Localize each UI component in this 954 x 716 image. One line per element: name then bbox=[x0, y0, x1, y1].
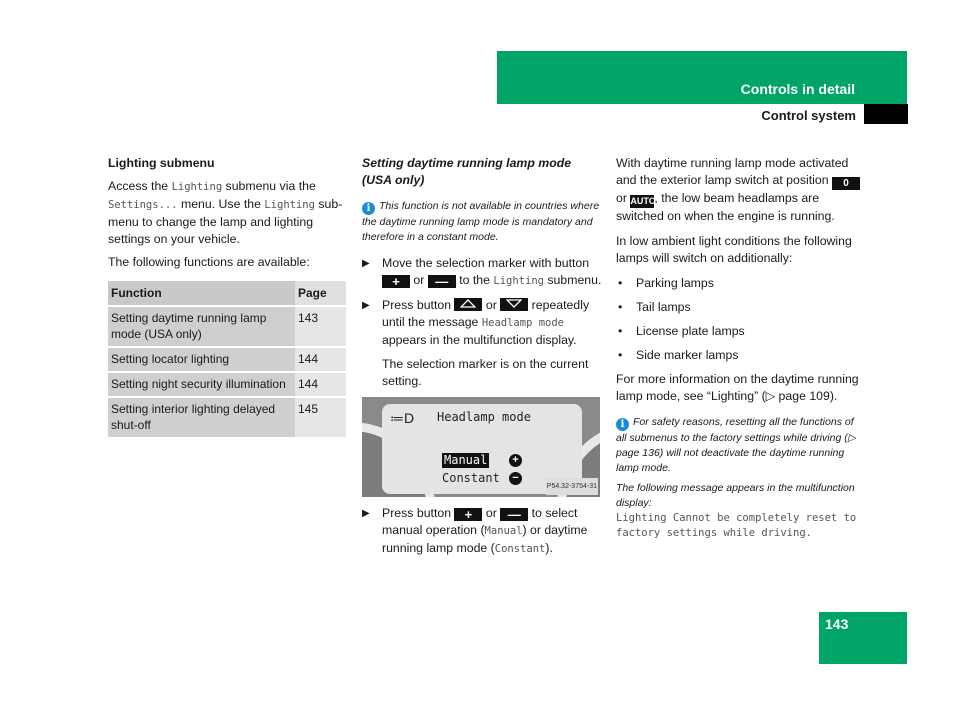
text: Access the bbox=[108, 179, 172, 193]
text: submenu via the bbox=[222, 179, 316, 193]
text: Press button bbox=[382, 298, 455, 312]
safety-note: i For safety reasons, resetting all the f… bbox=[616, 415, 860, 476]
minus-button-icon: — bbox=[500, 508, 529, 521]
text: or bbox=[410, 273, 428, 287]
bullet-icon: • bbox=[618, 276, 623, 290]
instruction-step-3: ▶ Press button + or — to select manual o… bbox=[362, 505, 602, 558]
page-cell[interactable]: 144 bbox=[295, 347, 346, 373]
section-title: Controls in detail bbox=[740, 81, 855, 97]
list-item: • Tail lamps bbox=[616, 299, 860, 316]
column-2: Setting daytime running lamp mode (USA o… bbox=[362, 155, 602, 565]
daytime-lamp-paragraph: With daytime running lamp mode activated… bbox=[616, 155, 860, 225]
function-cell: Setting night security illumination bbox=[108, 372, 295, 398]
table-header-row: Function Page bbox=[108, 281, 346, 307]
minus-button-icon: — bbox=[427, 275, 456, 288]
minus-circle-icon: − bbox=[509, 472, 522, 485]
step-result: The selection marker is on the current s… bbox=[382, 357, 589, 388]
note-text: For safety reasons, resetting all the fu… bbox=[616, 416, 856, 474]
functions-table: Function Page Setting daytime running la… bbox=[108, 281, 346, 439]
page-number-box: 143 bbox=[819, 612, 907, 664]
list-item: • Side marker lamps bbox=[616, 347, 860, 364]
daytime-lamp-heading: Setting daytime running lamp mode (USA o… bbox=[362, 156, 572, 187]
function-cell: Setting locator lighting bbox=[108, 347, 295, 373]
down-button-icon bbox=[500, 298, 529, 311]
section-tab-marker bbox=[864, 104, 908, 124]
column-1: Lighting submenu Access the Lighting sub… bbox=[108, 155, 348, 439]
plus-circle-icon: + bbox=[509, 454, 522, 467]
header-function: Function bbox=[108, 281, 295, 307]
section-header-bar: Controls in detail bbox=[497, 51, 907, 104]
text: or bbox=[482, 298, 501, 312]
menu-term: Lighting bbox=[171, 181, 223, 193]
page-cell[interactable]: 145 bbox=[295, 397, 346, 439]
switch-position-auto-icon: AUTO bbox=[630, 195, 656, 208]
display-message: Lighting Cannot be completely reset to f… bbox=[616, 512, 857, 539]
option-constant: Constant bbox=[442, 471, 500, 485]
more-info-paragraph: For more information on the daytime runn… bbox=[616, 372, 859, 403]
image-code: P54.32-3754-31 bbox=[545, 478, 598, 495]
list-item-text: Side marker lamps bbox=[636, 348, 739, 362]
intro-paragraph: Access the Lighting submenu via the Sett… bbox=[108, 178, 348, 248]
message-note: The following message appears in the mul… bbox=[616, 482, 855, 509]
text: menu. Use the bbox=[177, 197, 265, 211]
header-page: Page bbox=[295, 281, 346, 307]
page-cell[interactable]: 144 bbox=[295, 372, 346, 398]
page-number: 143 bbox=[825, 616, 849, 632]
option-term: Manual bbox=[484, 525, 523, 537]
list-item-text: Tail lamps bbox=[636, 300, 691, 314]
text: submenu. bbox=[543, 273, 602, 287]
switch-position-0-icon: 0 bbox=[832, 177, 860, 190]
step-arrow-icon: ▶ bbox=[362, 300, 370, 311]
text: to the bbox=[455, 273, 494, 287]
low-light-paragraph: In low ambient light conditions the foll… bbox=[616, 234, 852, 265]
text: or bbox=[482, 506, 501, 520]
table-row: Setting daytime running lamp mode (USA o… bbox=[108, 306, 346, 348]
option-term: Constant bbox=[494, 543, 546, 555]
step-arrow-icon: ▶ bbox=[362, 258, 370, 269]
text: appears in the multifunction display. bbox=[382, 333, 577, 347]
text: With daytime running lamp mode activated… bbox=[616, 156, 849, 187]
multifunction-display-illustration: ≔D Headlamp mode Manual + Constant − P54… bbox=[362, 397, 600, 497]
menu-term: Settings... bbox=[108, 199, 178, 211]
functions-intro: The following functions are available: bbox=[108, 255, 310, 269]
list-item-text: Parking lamps bbox=[636, 276, 714, 290]
list-item: • License plate lamps bbox=[616, 323, 860, 340]
bullet-icon: • bbox=[618, 348, 623, 362]
bullet-icon: • bbox=[618, 324, 623, 338]
lighting-submenu-heading: Lighting submenu bbox=[108, 156, 215, 170]
list-item-text: License plate lamps bbox=[636, 324, 745, 338]
plus-button-icon: + bbox=[382, 275, 410, 288]
function-cell: Setting interior lighting delayed shut-o… bbox=[108, 397, 295, 439]
info-icon: i bbox=[362, 202, 375, 215]
table-row: Setting night security illumination 144 bbox=[108, 372, 346, 398]
info-icon: i bbox=[616, 418, 629, 431]
table-row: Setting locator lighting 144 bbox=[108, 347, 346, 373]
note-text: This function is not available in countr… bbox=[362, 200, 600, 243]
column-3: With daytime running lamp mode activated… bbox=[616, 155, 860, 547]
bullet-icon: • bbox=[618, 300, 623, 314]
step-arrow-icon: ▶ bbox=[362, 508, 370, 519]
message-term: Headlamp mode bbox=[481, 317, 564, 329]
menu-term: Lighting bbox=[264, 199, 315, 211]
text: Move the selection marker with button bbox=[382, 256, 590, 270]
up-button-icon bbox=[454, 298, 483, 311]
list-item: • Parking lamps bbox=[616, 275, 860, 292]
instruction-step-2: ▶ Press button or repeatedly until the m… bbox=[362, 297, 602, 390]
page-cell[interactable]: 143 bbox=[295, 306, 346, 348]
text: Press button bbox=[382, 506, 455, 520]
plus-button-icon: + bbox=[454, 508, 483, 521]
text: ). bbox=[545, 541, 553, 555]
info-note: i This function is not available in count… bbox=[362, 199, 602, 245]
table-row: Setting interior lighting delayed shut-o… bbox=[108, 397, 346, 439]
headlamp-icon: ≔D bbox=[390, 410, 415, 426]
instruction-step-1: ▶ Move the selection marker with button … bbox=[362, 255, 602, 290]
subsection-title: Control system bbox=[761, 108, 856, 123]
display-title: Headlamp mode bbox=[437, 410, 531, 424]
function-cell: Setting daytime running lamp mode (USA o… bbox=[108, 306, 295, 348]
text: or bbox=[616, 191, 631, 205]
menu-term: Lighting bbox=[493, 275, 544, 287]
option-manual-selected: Manual bbox=[442, 453, 490, 468]
